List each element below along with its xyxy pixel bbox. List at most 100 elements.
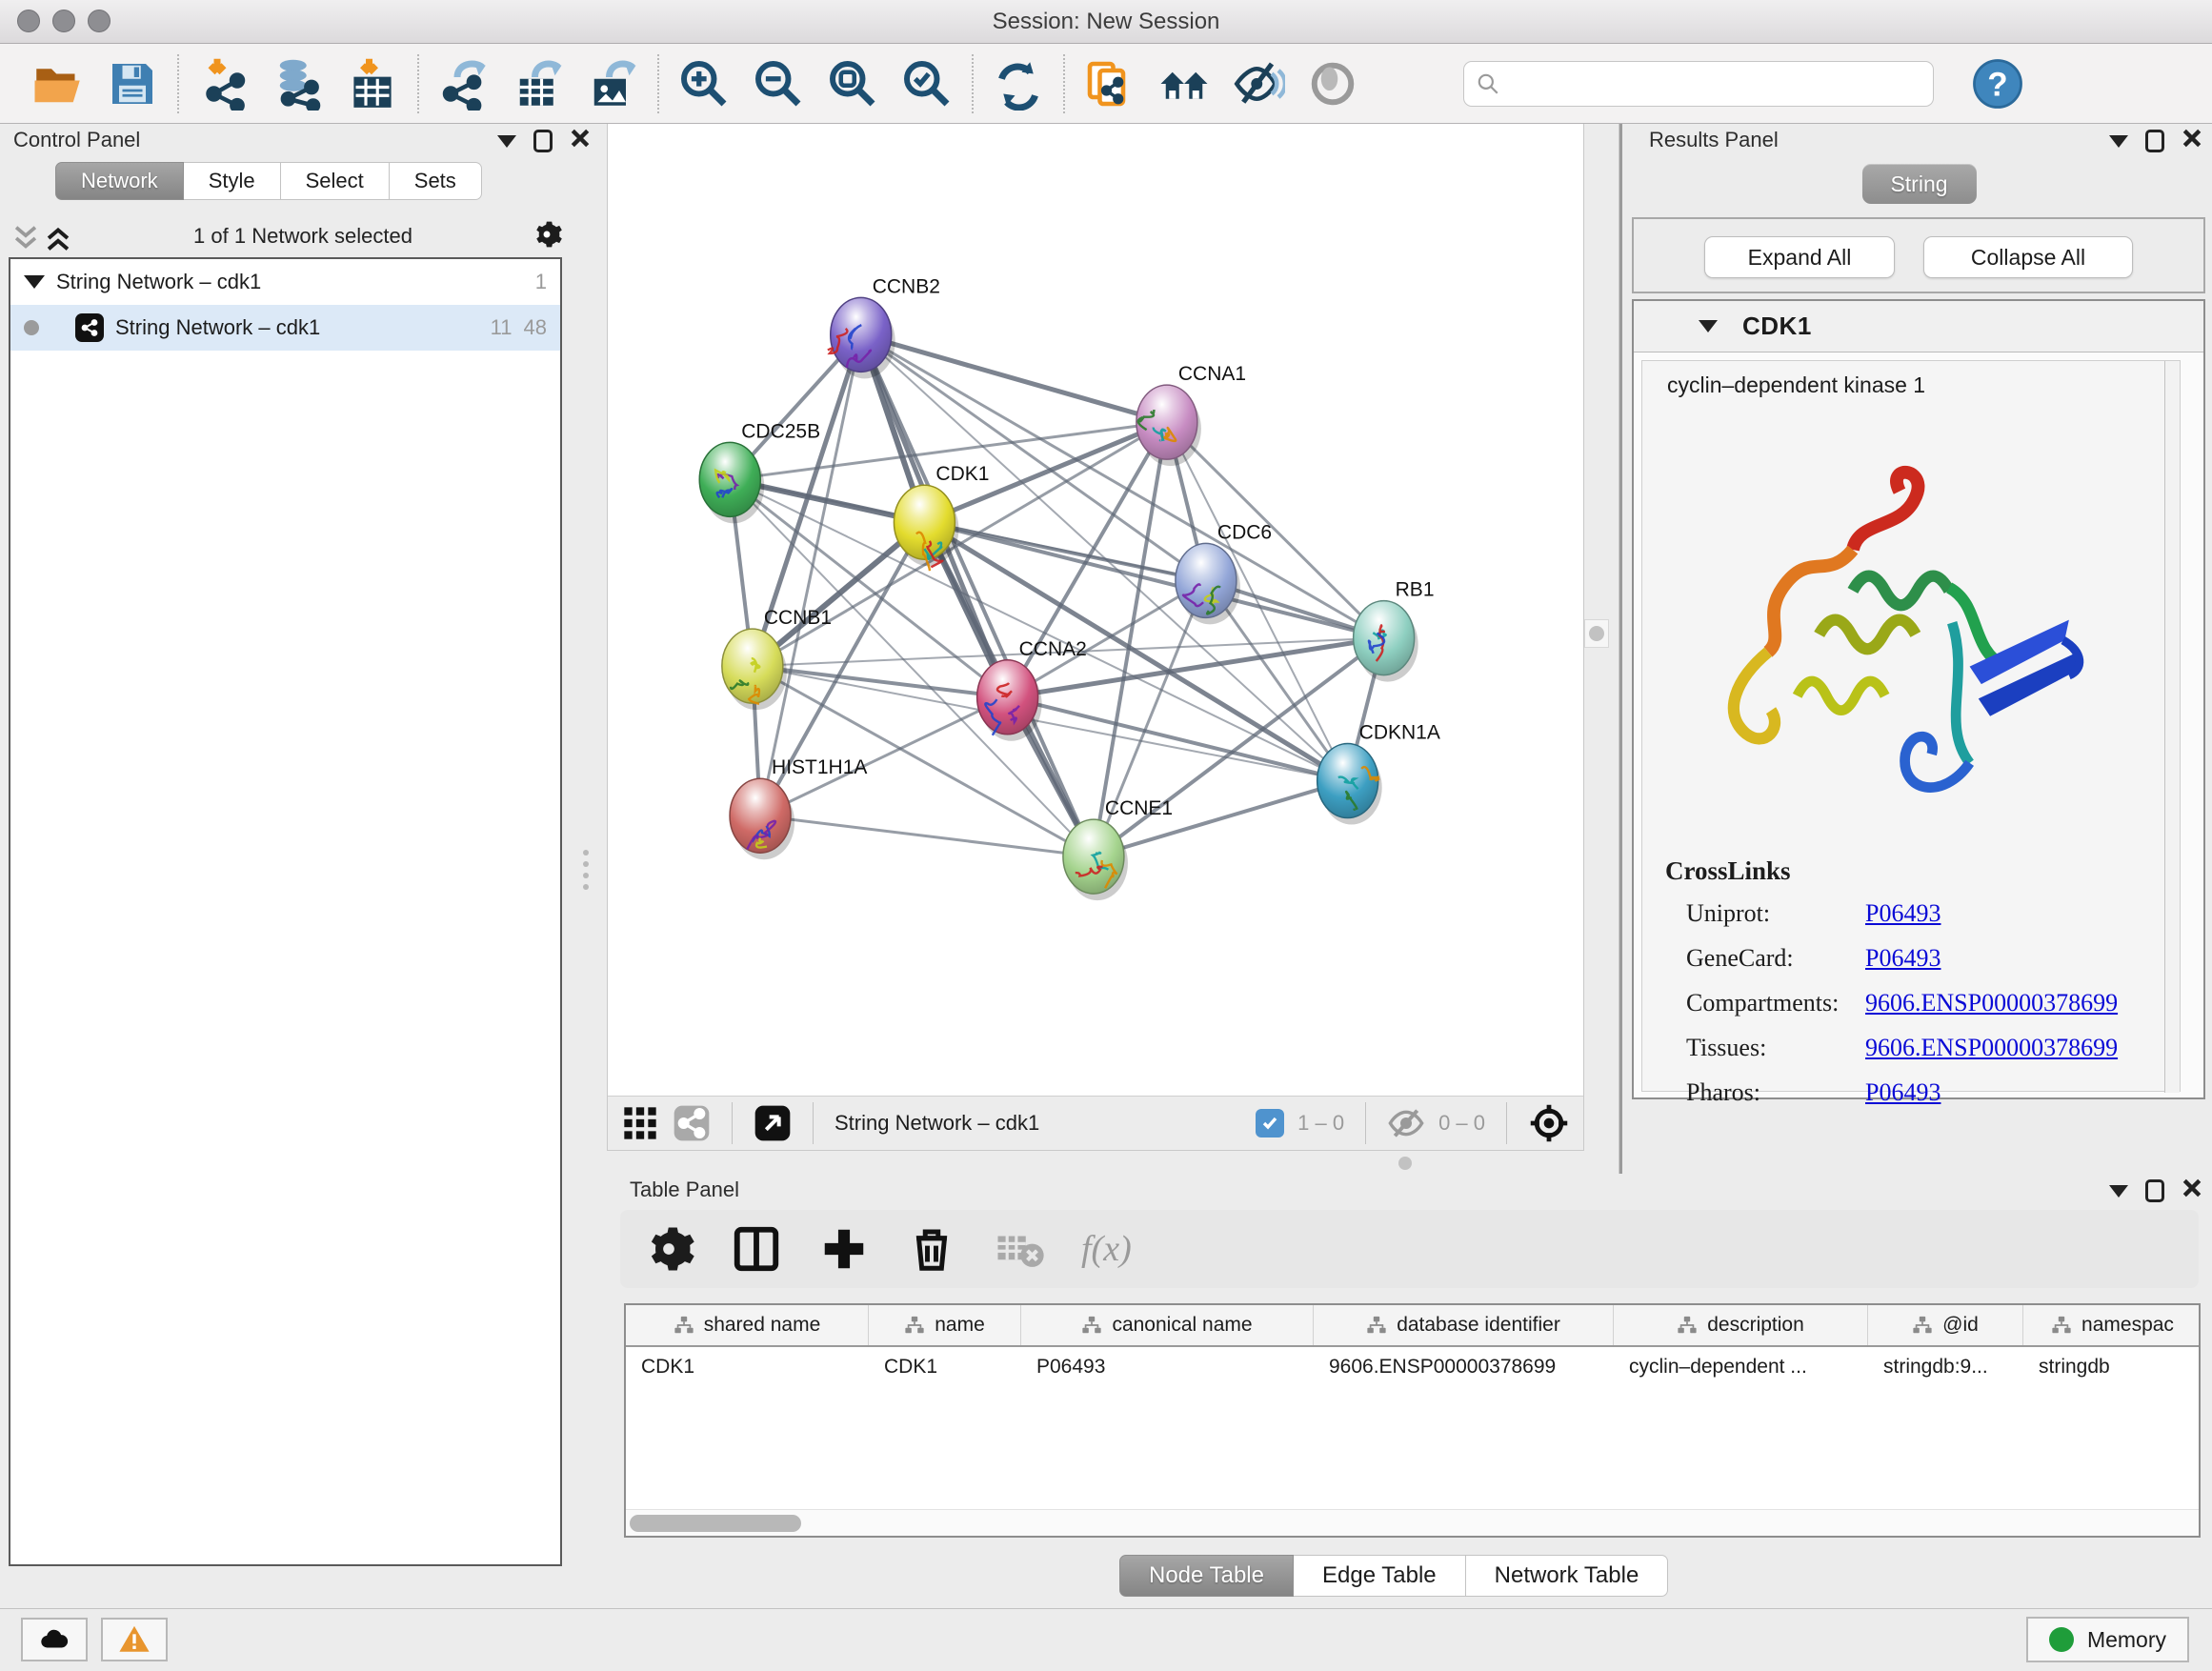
import-network-file-icon[interactable] (194, 54, 253, 113)
tab-select[interactable]: Select (281, 162, 390, 200)
results-panel-close-icon[interactable] (2182, 128, 2202, 154)
tab-network-table[interactable]: Network Table (1466, 1555, 1669, 1597)
network-node-CCNB1[interactable]: CCNB1 (722, 607, 832, 710)
collapse-all-networks-icon[interactable] (10, 222, 42, 251)
first-neighbors-icon[interactable] (1155, 54, 1214, 113)
table-cell[interactable]: CDK1 (869, 1347, 1021, 1387)
network-node-CCNE1[interactable]: CCNE1 (1063, 797, 1173, 900)
edge-CCNB2-RB1[interactable] (861, 334, 1384, 637)
grid-view-icon[interactable] (621, 1104, 659, 1142)
tab-edge-table[interactable]: Edge Table (1294, 1555, 1466, 1597)
column-header-shared-name[interactable]: shared name (626, 1305, 869, 1345)
crosslink-link[interactable]: P06493 (1865, 1078, 1941, 1107)
search-input[interactable] (1508, 71, 1921, 96)
network-graph[interactable]: CCNB2CCNA1CDC25BCDK1CDC6RB1CCNB1CCNA2CDK… (608, 124, 1585, 1096)
network-node-CDC6[interactable]: CDC6 (1176, 521, 1272, 624)
zoom-out-icon[interactable] (749, 54, 808, 113)
results-panel-float-icon[interactable] (2145, 130, 2164, 152)
table-cell[interactable]: stringdb:9... (1868, 1347, 2023, 1387)
warnings-button[interactable] (101, 1618, 168, 1661)
column-header-canonical-name[interactable]: canonical name (1021, 1305, 1314, 1345)
table-cell[interactable]: 9606.ENSP00000378699 (1314, 1347, 1614, 1387)
results-tab-string[interactable]: String (1861, 164, 1976, 204)
control-panel-resize-grip[interactable] (583, 850, 589, 890)
show-columns-icon[interactable] (731, 1223, 782, 1275)
results-scrollbar[interactable] (2164, 361, 2180, 1093)
edge-CDK1-RB1[interactable] (924, 522, 1383, 637)
protein-collapse-icon[interactable] (1699, 320, 1718, 332)
zoom-selected-icon[interactable] (897, 54, 956, 113)
selected-indicator-checkbox[interactable] (1256, 1109, 1284, 1137)
control-panel-menu-icon[interactable] (497, 135, 516, 148)
network-node-CCNB2[interactable]: CCNB2 (828, 275, 940, 378)
import-table-file-icon[interactable] (343, 54, 402, 113)
edge-CCNB2-CCNA1[interactable] (861, 334, 1167, 422)
network-row[interactable]: String Network – cdk1 11 48 (10, 305, 560, 351)
network-collection-row[interactable]: String Network – cdk1 1 (10, 259, 560, 305)
column-header-description[interactable]: description (1614, 1305, 1868, 1345)
collapse-all-button[interactable]: Collapse All (1923, 236, 2133, 278)
network-view-share-icon[interactable] (673, 1104, 711, 1142)
column-header-name[interactable]: name (869, 1305, 1021, 1345)
expand-all-button[interactable]: Expand All (1704, 236, 1895, 278)
detach-view-icon[interactable] (754, 1104, 792, 1142)
table-scrollbar-thumb[interactable] (630, 1515, 801, 1532)
tab-sets[interactable]: Sets (390, 162, 482, 200)
clone-network-icon[interactable] (1080, 54, 1139, 113)
splitter-handle[interactable] (1584, 619, 1609, 648)
export-table-icon[interactable] (509, 54, 568, 113)
protein-card-header[interactable]: CDK1 (1634, 301, 2203, 352)
edge-HIST1H1A-CCNE1[interactable] (760, 815, 1094, 856)
table-cell[interactable]: stringdb (2023, 1347, 2201, 1387)
show-all-icon[interactable] (1303, 54, 1362, 113)
control-panel-float-icon[interactable] (533, 130, 553, 152)
column-header-namespac[interactable]: namespac (2023, 1305, 2201, 1345)
import-network-database-icon[interactable] (269, 54, 328, 113)
table-cell[interactable]: cyclin–dependent ... (1614, 1347, 1868, 1387)
help-icon[interactable]: ? (1968, 54, 2027, 113)
edge-CCNB2-HIST1H1A[interactable] (760, 334, 861, 815)
open-session-icon[interactable] (29, 54, 88, 113)
memory-button[interactable]: Memory (2026, 1617, 2189, 1662)
save-session-icon[interactable] (103, 54, 162, 113)
network-options-gear-icon[interactable] (532, 219, 562, 254)
cloud-status-button[interactable] (21, 1618, 88, 1661)
network-node-RB1[interactable]: RB1 (1354, 579, 1435, 682)
table-horizontal-scrollbar[interactable] (626, 1509, 2199, 1536)
table-panel-close-icon[interactable] (2182, 1178, 2202, 1204)
crosslink-link[interactable]: P06493 (1865, 944, 1941, 973)
export-image-icon[interactable] (583, 54, 642, 113)
tab-node-table[interactable]: Node Table (1119, 1555, 1294, 1597)
zoom-fit-icon[interactable] (823, 54, 882, 113)
table-cell[interactable]: P06493 (1021, 1347, 1314, 1387)
horizontal-splitter-handle[interactable] (1398, 1157, 1412, 1170)
export-network-icon[interactable] (434, 54, 493, 113)
minimize-window-button[interactable] (52, 10, 75, 32)
table-panel-menu-icon[interactable] (2109, 1185, 2128, 1198)
hide-selection-icon[interactable] (1229, 54, 1288, 113)
crosslink-link[interactable]: P06493 (1865, 899, 1941, 928)
edge-CCNB1-CCNA2[interactable] (753, 666, 1008, 697)
table-cell[interactable]: CDK1 (626, 1347, 869, 1387)
table-settings-gear-icon[interactable] (643, 1223, 694, 1275)
birdseye-view-icon[interactable] (1528, 1102, 1570, 1144)
control-panel-close-icon[interactable] (570, 128, 591, 154)
edge-CCNB2-CCNE1[interactable] (861, 334, 1094, 856)
tab-network[interactable]: Network (55, 162, 184, 200)
network-node-CCNA1[interactable]: CCNA1 (1136, 363, 1246, 466)
close-window-button[interactable] (17, 10, 40, 32)
tab-style[interactable]: Style (184, 162, 281, 200)
network-node-HIST1H1A[interactable]: HIST1H1A (730, 756, 867, 859)
zoom-in-icon[interactable] (674, 54, 734, 113)
table-panel-float-icon[interactable] (2145, 1179, 2164, 1202)
delete-column-icon[interactable] (906, 1223, 957, 1275)
zoom-window-button[interactable] (88, 10, 111, 32)
network-node-CDKN1A[interactable]: CDKN1A (1317, 722, 1440, 825)
results-panel-menu-icon[interactable] (2109, 135, 2128, 148)
crosslink-link[interactable]: 9606.ENSP00000378699 (1865, 1034, 2118, 1062)
add-column-icon[interactable] (818, 1223, 870, 1275)
table-row[interactable]: CDK1CDK1P064939606.ENSP00000378699cyclin… (626, 1347, 2199, 1387)
column-header-database-identifier[interactable]: database identifier (1314, 1305, 1614, 1345)
collection-expand-icon[interactable] (24, 275, 45, 289)
refresh-icon[interactable] (989, 54, 1048, 113)
